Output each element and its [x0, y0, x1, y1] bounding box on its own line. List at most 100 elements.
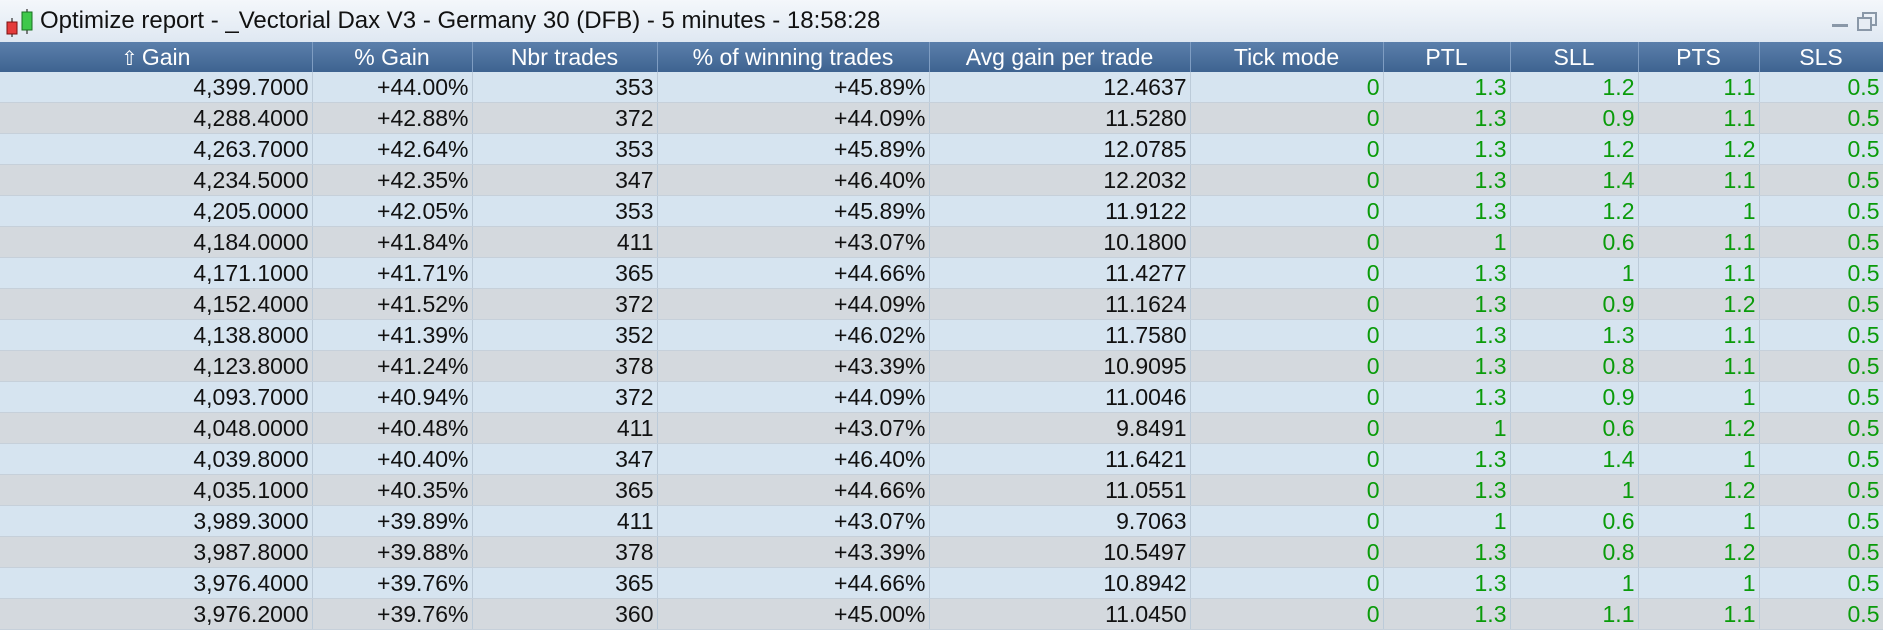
sll-cell: 0.8 [1510, 350, 1639, 382]
table-row[interactable]: 4,039.8000 +40.40% 347 +46.40% 11.6421 0 1.3 1.… [0, 443, 1883, 475]
gain-cell: 4,039.8000 [0, 443, 313, 475]
sll-cell: 1 [1510, 474, 1639, 506]
ptl-cell: 1.3 [1383, 133, 1511, 165]
pct-gain-cell: +42.88% [312, 102, 473, 134]
pts-cell: 1.2 [1638, 536, 1760, 568]
nbr-trades-cell: 353 [472, 72, 658, 103]
ptl-cell: 1.3 [1383, 257, 1511, 289]
pct-gain-cell: +41.84% [312, 226, 473, 258]
pct-winning-cell: +45.89% [657, 72, 930, 103]
pts-cell: 1.1 [1638, 72, 1760, 103]
pct-gain-cell: +41.39% [312, 319, 473, 351]
gain-cell: 4,048.0000 [0, 412, 313, 444]
pts-cell: 1.1 [1638, 319, 1760, 351]
table-row[interactable]: 4,288.4000 +42.88% 372 +44.09% 11.5280 0 1.3 0.… [0, 102, 1883, 134]
sls-cell: 0.5 [1759, 412, 1883, 444]
table-row[interactable]: 4,205.0000 +42.05% 353 +45.89% 11.9122 0 1.3 1.… [0, 195, 1883, 227]
column-header-sll[interactable]: SLL [1510, 42, 1639, 72]
ptl-cell: 1.3 [1383, 598, 1511, 630]
table-row[interactable]: 4,263.7000 +42.64% 353 +45.89% 12.0785 0 1.3 1.… [0, 133, 1883, 165]
table-row[interactable]: 4,048.0000 +40.48% 411 +43.07% 9.8491 0 1 0.6 1.… [0, 412, 1883, 444]
column-header-pct-gain[interactable]: % Gain [312, 42, 473, 72]
pct-winning-cell: +43.07% [657, 226, 930, 258]
avg-gain-cell: 11.4277 [929, 257, 1191, 289]
gain-cell: 4,205.0000 [0, 195, 313, 227]
table-row[interactable]: 4,399.7000 +44.00% 353 +45.89% 12.4637 0 1.3 1.… [0, 72, 1883, 103]
results-table-area[interactable]: ⇧ Gain % Gain Nbr trades % of winning tra… [0, 42, 1883, 640]
pct-winning-cell: +44.09% [657, 381, 930, 413]
pct-gain-cell: +39.88% [312, 536, 473, 568]
tick-mode-cell: 0 [1190, 133, 1384, 165]
table-row[interactable]: 4,123.8000 +41.24% 378 +43.39% 10.9095 0 1.3 0.… [0, 350, 1883, 382]
avg-gain-cell: 10.1800 [929, 226, 1191, 258]
tick-mode-cell: 0 [1190, 195, 1384, 227]
gain-cell: 4,093.7000 [0, 381, 313, 413]
sll-cell: 1.2 [1510, 72, 1639, 103]
pct-winning-cell: +43.39% [657, 350, 930, 382]
column-header-sls[interactable]: SLS [1759, 42, 1883, 72]
sll-cell: 0.6 [1510, 505, 1639, 537]
nbr-trades-cell: 365 [472, 257, 658, 289]
sls-cell: 0.5 [1759, 505, 1883, 537]
gain-cell: 3,989.3000 [0, 505, 313, 537]
sls-cell: 0.5 [1759, 598, 1883, 630]
table-row[interactable]: 4,093.7000 +40.94% 372 +44.09% 11.0046 0 1.3 0.… [0, 381, 1883, 413]
column-header-gain[interactable]: ⇧ Gain [0, 42, 313, 72]
column-header-ptl[interactable]: PTL [1383, 42, 1511, 72]
ptl-cell: 1.3 [1383, 288, 1511, 320]
table-row[interactable]: 4,234.5000 +42.35% 347 +46.40% 12.2032 0 1.3 1.… [0, 164, 1883, 196]
header-row: ⇧ Gain % Gain Nbr trades % of winning tra… [0, 42, 1883, 72]
avg-gain-cell: 11.5280 [929, 102, 1191, 134]
table-row[interactable]: 3,976.2000 +39.76% 360 +45.00% 11.0450 0 1.3 1.… [0, 598, 1883, 630]
column-header-pct-winning-trades[interactable]: % of winning trades [657, 42, 930, 72]
table-row[interactable]: 4,171.1000 +41.71% 365 +44.66% 11.4277 0 1.3 1 1… [0, 257, 1883, 289]
table-row[interactable]: 4,152.4000 +41.52% 372 +44.09% 11.1624 0 1.3 0.… [0, 288, 1883, 320]
pct-gain-cell: +39.76% [312, 567, 473, 599]
table-row[interactable]: 3,989.3000 +39.89% 411 +43.07% 9.7063 0 1 0.6 1 0… [0, 505, 1883, 537]
table-body: 4,399.7000 +44.00% 353 +45.89% 12.4637 0 1.3 1.… [0, 72, 1883, 630]
avg-gain-cell: 11.7580 [929, 319, 1191, 351]
table-row[interactable]: 3,976.4000 +39.76% 365 +44.66% 10.8942 0 1.3 1 1… [0, 567, 1883, 599]
sls-cell: 0.5 [1759, 257, 1883, 289]
column-header-pts[interactable]: PTS [1638, 42, 1760, 72]
ptl-cell: 1.3 [1383, 474, 1511, 506]
sll-cell: 0.8 [1510, 536, 1639, 568]
pts-cell: 1.2 [1638, 288, 1760, 320]
tick-mode-cell: 0 [1190, 381, 1384, 413]
avg-gain-cell: 12.0785 [929, 133, 1191, 165]
restore-icon[interactable] [1855, 10, 1877, 32]
sls-cell: 0.5 [1759, 319, 1883, 351]
table-row[interactable]: 4,138.8000 +41.39% 352 +46.02% 11.7580 0 1.3 1.… [0, 319, 1883, 351]
column-header-nbr-trades[interactable]: Nbr trades [472, 42, 658, 72]
gain-cell: 4,152.4000 [0, 288, 313, 320]
pts-cell: 1.2 [1638, 133, 1760, 165]
sll-cell: 0.9 [1510, 381, 1639, 413]
column-header-tick-mode[interactable]: Tick mode [1190, 42, 1384, 72]
pct-gain-cell: +40.40% [312, 443, 473, 475]
nbr-trades-cell: 360 [472, 598, 658, 630]
table-row[interactable]: 3,987.8000 +39.88% 378 +43.39% 10.5497 0 1.3 0.… [0, 536, 1883, 568]
tick-mode-cell: 0 [1190, 257, 1384, 289]
window-controls [1829, 10, 1877, 32]
gain-cell: 3,976.2000 [0, 598, 313, 630]
tick-mode-cell: 0 [1190, 474, 1384, 506]
gain-cell: 4,138.8000 [0, 319, 313, 351]
gain-cell: 4,123.8000 [0, 350, 313, 382]
table-row[interactable]: 4,035.1000 +40.35% 365 +44.66% 11.0551 0 1.3 1 1… [0, 474, 1883, 506]
column-header-avg-gain-per-trade[interactable]: Avg gain per trade [929, 42, 1191, 72]
minimize-icon[interactable] [1829, 10, 1851, 32]
pct-winning-cell: +43.39% [657, 536, 930, 568]
sll-cell: 0.6 [1510, 226, 1639, 258]
sll-cell: 1.4 [1510, 164, 1639, 196]
table-row[interactable]: 4,184.0000 +41.84% 411 +43.07% 10.1800 0 1 0.6 1… [0, 226, 1883, 258]
ptl-cell: 1.3 [1383, 567, 1511, 599]
nbr-trades-cell: 411 [472, 226, 658, 258]
pct-winning-cell: +44.09% [657, 288, 930, 320]
pct-winning-cell: +44.66% [657, 474, 930, 506]
tick-mode-cell: 0 [1190, 226, 1384, 258]
nbr-trades-cell: 411 [472, 412, 658, 444]
avg-gain-cell: 11.6421 [929, 443, 1191, 475]
pct-gain-cell: +40.94% [312, 381, 473, 413]
sls-cell: 0.5 [1759, 381, 1883, 413]
title-bar[interactable]: Optimize report - _Vectorial Dax V3 - Ge… [0, 0, 1883, 43]
